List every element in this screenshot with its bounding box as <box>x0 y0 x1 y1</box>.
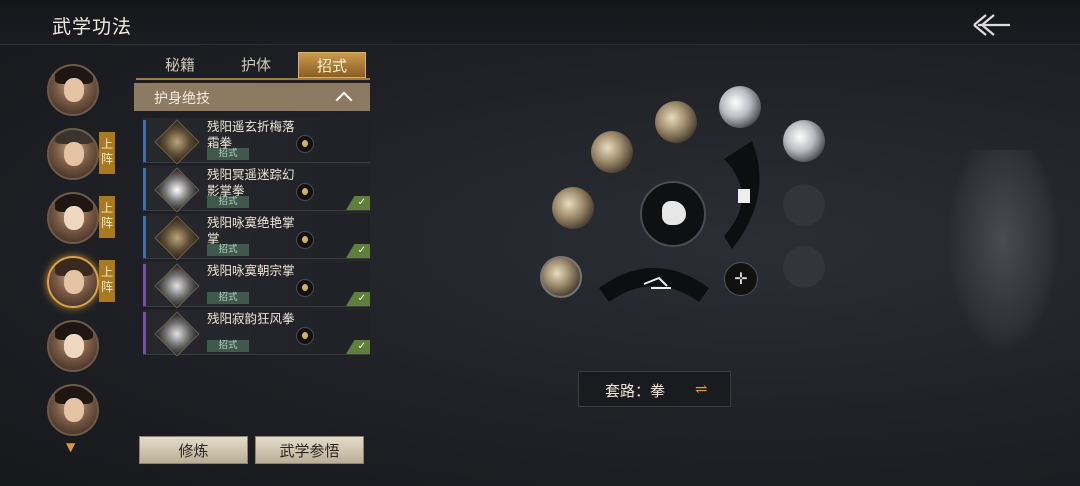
center-skill-icon[interactable] <box>640 181 706 247</box>
skill-tag: 招式 <box>207 244 249 256</box>
accent-bar <box>143 312 146 354</box>
equipped-check-icon: ✓ <box>346 196 370 210</box>
skill-tag: 招式 <box>207 340 249 352</box>
skill-tag: 招式 <box>207 292 249 304</box>
equipped-check-icon: ✓ <box>346 292 370 306</box>
character-avatar-4-selected[interactable] <box>47 256 99 308</box>
accent-bar <box>143 168 146 210</box>
skill-slot[interactable] <box>552 187 594 229</box>
skill-name: 残阳咏寞绝艳掌掌 <box>207 215 295 246</box>
skill-row[interactable]: 残阳咏寞朝宗掌 招式 ✓ <box>143 262 370 309</box>
equipped-check-icon: ✓ <box>346 340 370 354</box>
coin-icon <box>296 231 314 249</box>
empty-skill-slot[interactable] <box>783 184 825 226</box>
skill-row[interactable]: 残阳咏寞绝艳掌掌 招式 ✓ <box>143 214 370 261</box>
character-avatar-6[interactable] <box>47 384 99 436</box>
skill-slot[interactable] <box>783 120 825 162</box>
skill-slot[interactable] <box>591 131 633 173</box>
coin-icon <box>296 327 314 345</box>
gauntlet-icon <box>948 150 1058 350</box>
skill-name: 残阳咏寞朝宗掌 <box>207 263 295 278</box>
skill-icon <box>154 119 200 165</box>
accent-bar <box>143 264 146 306</box>
comprehend-button[interactable]: 武学参悟 <box>255 436 364 464</box>
crosshair-icon[interactable]: ✛ <box>724 262 758 296</box>
tab-zhaoshi[interactable]: 招式 <box>298 52 366 78</box>
skill-row[interactable]: 残阳遥玄折梅落霜拳 招式 <box>143 118 370 165</box>
skill-name: 残阳冥遥迷踪幻影掌拳 <box>207 167 295 198</box>
skill-slot[interactable] <box>540 256 582 298</box>
skill-tag: 招式 <box>207 148 249 160</box>
tab-underline <box>136 78 370 80</box>
character-avatar-2[interactable] <box>47 128 99 180</box>
skill-icon <box>154 311 200 357</box>
section-title: 护身绝技 <box>154 91 210 107</box>
empty-skill-slot[interactable] <box>783 246 825 288</box>
tab-miji[interactable]: 秘籍 <box>146 52 214 78</box>
taolu-label: 套路：拳 <box>605 382 666 400</box>
skill-slot[interactable] <box>719 86 761 128</box>
coin-icon <box>296 279 314 297</box>
deployed-badge: 上阵 <box>99 196 115 238</box>
skill-icon <box>154 167 200 213</box>
top-bar: 武学功法 <box>0 0 1080 45</box>
section-header[interactable]: 护身绝技 <box>134 83 370 111</box>
move-arc-bottom[interactable] <box>599 258 711 304</box>
coin-icon <box>296 135 314 153</box>
move-arc-right[interactable] <box>722 141 766 251</box>
skill-icon <box>154 215 200 261</box>
character-avatar-3[interactable] <box>47 192 99 244</box>
taolu-selector[interactable]: 套路：拳 ⇌ <box>578 371 731 407</box>
skill-name: 残阳寂韵狂风拳 <box>207 311 295 326</box>
accent-bar <box>143 216 146 258</box>
skill-slot[interactable] <box>655 101 697 143</box>
deployed-badge: 上阵 <box>99 132 115 174</box>
character-avatar-1[interactable] <box>47 64 99 116</box>
equipped-check-icon: ✓ <box>346 244 370 258</box>
character-avatar-5[interactable] <box>47 320 99 372</box>
swap-icon: ⇌ <box>695 380 708 398</box>
skill-row[interactable]: 残阳寂韵狂风拳 招式 ✓ <box>143 310 370 357</box>
coin-icon <box>296 183 314 201</box>
tab-huti[interactable]: 护体 <box>222 52 290 78</box>
chevron-down-icon[interactable]: ▼ <box>66 440 75 454</box>
skill-icon <box>154 263 200 309</box>
accent-bar <box>143 120 146 162</box>
page-title: 武学功法 <box>52 16 133 38</box>
deployed-badge: 上阵 <box>99 260 115 302</box>
back-arrow-icon[interactable] <box>970 10 1014 40</box>
skill-row[interactable]: 残阳冥遥迷踪幻影掌拳 招式 ✓ <box>143 166 370 213</box>
practice-button[interactable]: 修炼 <box>139 436 248 464</box>
skill-name: 残阳遥玄折梅落霜拳 <box>207 119 295 150</box>
chevron-up-icon <box>335 91 353 109</box>
skill-tag: 招式 <box>207 196 249 208</box>
